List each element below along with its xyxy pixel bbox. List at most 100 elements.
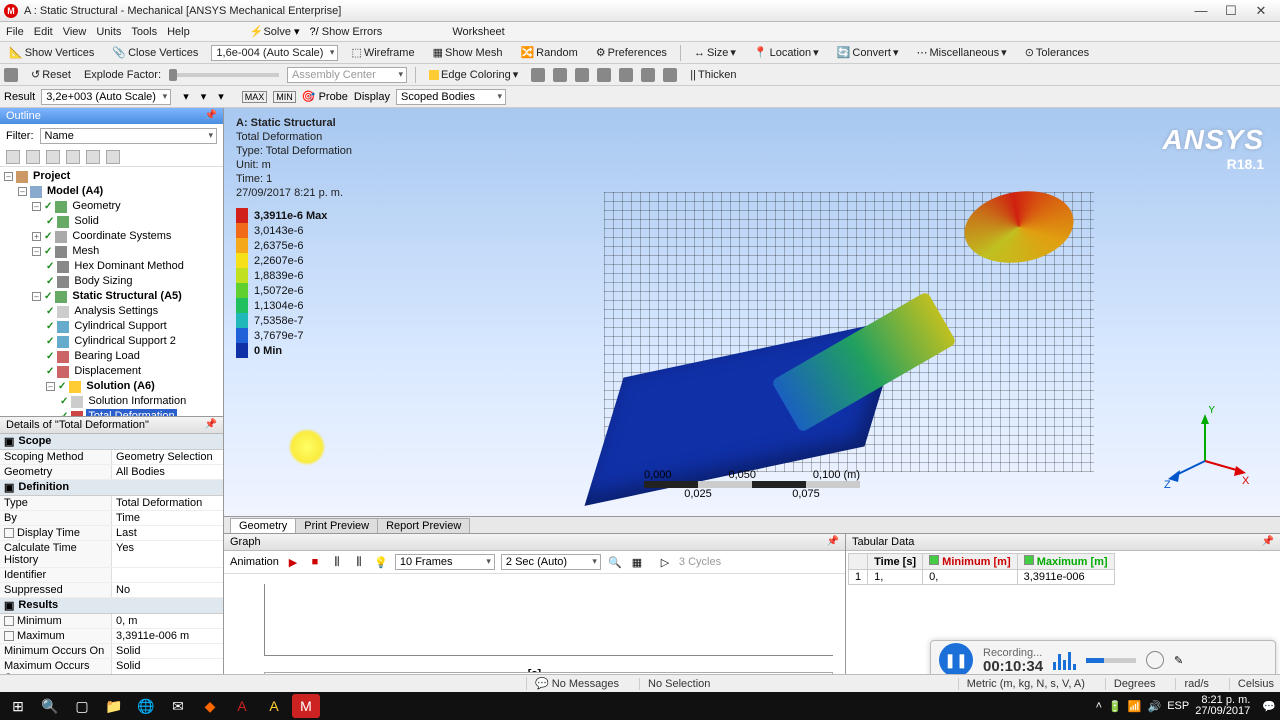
close-button[interactable]: ✕ bbox=[1246, 3, 1276, 19]
close-vertices-button[interactable]: 📎 Close Vertices bbox=[107, 44, 203, 61]
checkbox[interactable] bbox=[4, 616, 14, 626]
tree-analysis-settings[interactable]: Analysis Settings bbox=[72, 304, 160, 319]
pin-icon[interactable]: 📌 bbox=[205, 419, 217, 431]
outline-tool-icon[interactable] bbox=[6, 150, 20, 164]
tree-collapse[interactable]: – bbox=[4, 172, 13, 181]
tree-collapse[interactable]: – bbox=[32, 202, 41, 211]
random-button[interactable]: 🔀 Random bbox=[515, 44, 582, 61]
tree-cyl1[interactable]: Cylindrical Support bbox=[72, 319, 168, 334]
volume-slider[interactable] bbox=[1086, 658, 1136, 663]
outline-tool-icon[interactable] bbox=[86, 150, 100, 164]
probe-button[interactable]: 🎯 Probe bbox=[302, 90, 348, 103]
status-units[interactable]: Metric (m, kg, N, s, V, A) bbox=[958, 678, 1085, 690]
pencil-icon[interactable]: ✎ bbox=[1174, 654, 1183, 667]
min-icon[interactable]: MIN bbox=[273, 91, 296, 103]
scale-dropdown[interactable]: 1,6e-004 (Auto Scale) bbox=[211, 45, 338, 61]
outline-tool-icon[interactable] bbox=[46, 150, 60, 164]
edge-icon[interactable] bbox=[531, 68, 545, 82]
tree-total-deformation[interactable]: Total Deformation bbox=[86, 409, 176, 416]
show-mesh-button[interactable]: ▦ Show Mesh bbox=[428, 44, 508, 61]
checkbox[interactable] bbox=[4, 631, 14, 641]
tree-solid[interactable]: Solid bbox=[72, 214, 100, 229]
pin-icon[interactable]: 📌 bbox=[205, 110, 217, 122]
v-scoping[interactable]: Geometry Selection bbox=[112, 450, 223, 464]
assembly-center-dropdown[interactable]: Assembly Center bbox=[287, 67, 407, 83]
tree-collapse[interactable]: – bbox=[32, 247, 41, 256]
tree-collapse[interactable]: – bbox=[18, 187, 27, 196]
solve-button[interactable]: ⚡Solve ▾ bbox=[250, 25, 300, 38]
misc-dropdown[interactable]: ⋯ Miscellaneous ▾ bbox=[911, 44, 1011, 61]
frames-dropdown[interactable]: 10 Frames bbox=[395, 554, 495, 570]
start-button[interactable]: ⊞ bbox=[4, 694, 32, 718]
location-dropdown[interactable]: 📍 Location ▾ bbox=[749, 44, 824, 61]
menu-tools[interactable]: Tools bbox=[131, 26, 157, 38]
anim-icon[interactable]: ▷ bbox=[657, 554, 673, 570]
tree-sol-info[interactable]: Solution Information bbox=[86, 394, 188, 409]
table-row[interactable]: 1 1, 0, 3,3911e-006 bbox=[849, 570, 1115, 585]
tab-report-preview[interactable]: Report Preview bbox=[377, 518, 470, 533]
thicken-button[interactable]: || Thicken bbox=[685, 67, 741, 83]
notifications-icon[interactable]: 💬 bbox=[1262, 700, 1276, 713]
max-icon[interactable]: MAX bbox=[242, 91, 268, 103]
clock[interactable]: 8:21 p. m. 27/09/2017 bbox=[1195, 695, 1256, 717]
app-icon[interactable]: A bbox=[260, 694, 288, 718]
maximize-button[interactable]: ☐ bbox=[1216, 3, 1246, 19]
chrome-icon[interactable]: 🌐 bbox=[132, 694, 160, 718]
scoped-dropdown[interactable]: Scoped Bodies bbox=[396, 89, 506, 105]
tree-expand[interactable]: + bbox=[32, 232, 41, 241]
anim-icon[interactable]: ⫼ bbox=[329, 554, 345, 570]
anim-icon[interactable]: 🔍 bbox=[607, 554, 623, 570]
size-dropdown[interactable]: ↔ Size ▾ bbox=[689, 44, 741, 61]
minimize-button[interactable]: — bbox=[1186, 3, 1216, 18]
edge-icon[interactable] bbox=[641, 68, 655, 82]
v-identifier[interactable] bbox=[112, 568, 223, 582]
app-icon[interactable]: ◆ bbox=[196, 694, 224, 718]
anim-icon[interactable]: ▦ bbox=[629, 554, 645, 570]
bulb-icon[interactable]: 💡 bbox=[373, 554, 389, 570]
tree-cyl2[interactable]: Cylindrical Support 2 bbox=[72, 334, 178, 349]
convert-dropdown[interactable]: 🔄 Convert ▾ bbox=[832, 44, 904, 61]
tree-collapse[interactable]: – bbox=[46, 382, 55, 391]
tab-geometry[interactable]: Geometry bbox=[230, 518, 296, 533]
menu-edit[interactable]: Edit bbox=[34, 26, 53, 38]
tree-project[interactable]: Project bbox=[31, 169, 72, 184]
worksheet-button[interactable]: Worksheet bbox=[452, 26, 504, 38]
language-indicator[interactable]: ESP bbox=[1167, 700, 1189, 712]
show-vertices-button[interactable]: 📐 Show Vertices bbox=[4, 44, 99, 61]
menu-units[interactable]: Units bbox=[96, 26, 121, 38]
webcam-icon[interactable] bbox=[1146, 651, 1164, 669]
v-type[interactable]: Total Deformation bbox=[112, 496, 223, 510]
details-scope[interactable]: Scope bbox=[18, 435, 51, 448]
edge-icon[interactable] bbox=[553, 68, 567, 82]
status-messages[interactable]: 💬 No Messages bbox=[526, 677, 619, 690]
app-icon[interactable]: M bbox=[292, 694, 320, 718]
checkbox[interactable] bbox=[929, 555, 939, 565]
filter-dropdown[interactable]: Name bbox=[40, 128, 218, 144]
play-button[interactable]: ▶ bbox=[285, 554, 301, 570]
tree-geometry[interactable]: Geometry bbox=[70, 199, 122, 214]
toolbar-icon[interactable] bbox=[4, 68, 18, 82]
sec-dropdown[interactable]: 2 Sec (Auto) bbox=[501, 554, 601, 570]
v-by[interactable]: Time bbox=[112, 511, 223, 525]
edge-icon[interactable] bbox=[663, 68, 677, 82]
details-definition[interactable]: Definition bbox=[18, 481, 69, 494]
wireframe-button[interactable]: ⬚ Wireframe bbox=[346, 44, 419, 61]
outline-tool-icon[interactable] bbox=[66, 150, 80, 164]
wifi-icon[interactable]: 📶 bbox=[1128, 700, 1142, 713]
tree-hex[interactable]: Hex Dominant Method bbox=[72, 259, 185, 274]
details-results[interactable]: Results bbox=[18, 599, 58, 612]
axes-triad[interactable]: Y X Z bbox=[1160, 406, 1250, 496]
anim-icon[interactable]: ⫼ bbox=[351, 554, 367, 570]
app-icon[interactable]: A bbox=[228, 694, 256, 718]
checkbox[interactable] bbox=[1024, 555, 1034, 565]
preferences-button[interactable]: ⚙ Preferences bbox=[591, 44, 672, 61]
explorer-icon[interactable]: 📁 bbox=[100, 694, 128, 718]
menu-view[interactable]: View bbox=[63, 26, 87, 38]
v-display-time[interactable]: Last bbox=[112, 526, 223, 540]
mail-icon[interactable]: ✉ bbox=[164, 694, 192, 718]
tree-displacement[interactable]: Displacement bbox=[72, 364, 143, 379]
battery-icon[interactable]: 🔋 bbox=[1108, 700, 1122, 713]
tree-coord[interactable]: Coordinate Systems bbox=[70, 229, 173, 244]
volume-icon[interactable]: 🔊 bbox=[1148, 700, 1162, 713]
pause-button[interactable]: ❚❚ bbox=[939, 643, 973, 677]
